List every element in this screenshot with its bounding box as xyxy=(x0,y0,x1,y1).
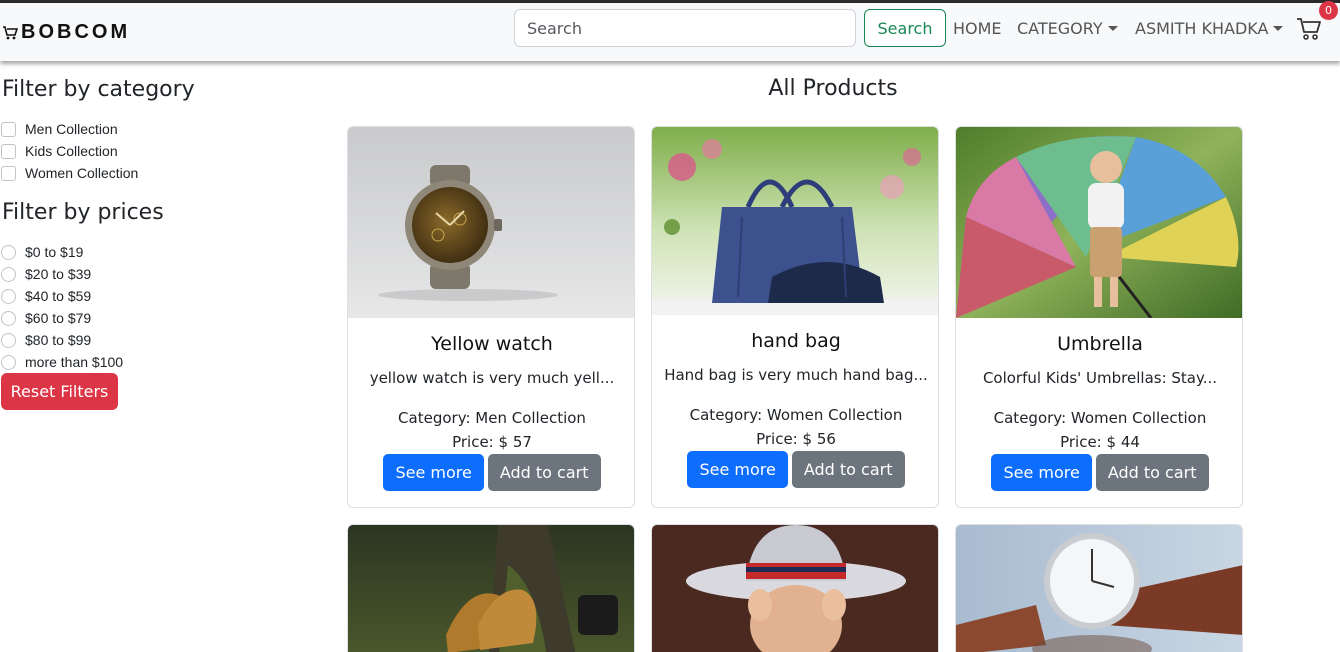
product-card: Umbrella Colorful Kids' Umbrellas: Stay.… xyxy=(955,126,1243,508)
caret-down-icon xyxy=(1107,26,1118,31)
filter-category-kids[interactable]: Kids Collection xyxy=(1,143,118,159)
brand-logo[interactable]: BOBCOM xyxy=(2,21,130,44)
filter-price-0-19[interactable]: $0 to $19 xyxy=(1,244,83,260)
product-description: yellow watch is very much yell... xyxy=(369,369,615,387)
checkbox[interactable] xyxy=(1,121,16,137)
filter-option-label: $0 to $19 xyxy=(25,244,84,260)
product-category: Category: Men Collection xyxy=(398,409,586,427)
product-price: Price: $ 44 xyxy=(1060,433,1140,451)
add-to-cart-button[interactable]: Add to cart xyxy=(487,454,601,491)
nav-category-label: CATEGORY xyxy=(1017,19,1103,38)
product-card xyxy=(347,524,635,652)
product-image[interactable] xyxy=(348,525,635,652)
radio-button[interactable] xyxy=(1,310,16,326)
filter-price-100-plus[interactable]: more than $100 xyxy=(1,354,123,370)
product-name: Umbrella xyxy=(1057,333,1143,355)
product-price: Price: $ 56 xyxy=(756,430,836,448)
product-image[interactable] xyxy=(652,127,939,315)
cart-logo-icon xyxy=(3,25,18,39)
radio-button[interactable] xyxy=(1,288,16,304)
product-category: Category: Women Collection xyxy=(993,409,1207,427)
nav-user-label: ASMITH KHADKA xyxy=(1135,19,1269,38)
see-more-button[interactable]: See more xyxy=(383,454,484,491)
filter-category-women[interactable]: Women Collection xyxy=(1,165,138,181)
add-to-cart-button[interactable]: Add to cart xyxy=(791,451,905,488)
filter-option-label: Men Collection xyxy=(25,121,118,137)
radio-button[interactable] xyxy=(1,332,16,348)
product-image[interactable] xyxy=(956,127,1243,318)
filter-price-80-99[interactable]: $80 to $99 xyxy=(1,332,91,348)
checkbox[interactable] xyxy=(1,165,16,181)
nav-home-label: HOME xyxy=(953,19,1002,38)
cart-count-badge: 0 xyxy=(1319,1,1338,20)
search-button[interactable]: Search xyxy=(864,9,946,47)
product-card xyxy=(955,524,1243,652)
product-actions: See more Add to cart xyxy=(652,451,938,488)
radio-button[interactable] xyxy=(1,266,16,282)
product-actions: See more Add to cart xyxy=(348,454,634,491)
checkbox[interactable] xyxy=(1,143,16,159)
filter-price-60-79[interactable]: $60 to $79 xyxy=(1,310,91,326)
product-image[interactable] xyxy=(348,127,635,318)
filter-price-title: Filter by prices xyxy=(2,200,164,225)
filter-option-label: Women Collection xyxy=(25,165,139,181)
radio-button[interactable] xyxy=(1,244,16,260)
page-title: All Products xyxy=(768,76,898,101)
filter-price-40-59[interactable]: $40 to $59 xyxy=(1,288,91,304)
product-category: Category: Women Collection xyxy=(689,406,903,424)
filter-option-label: $20 to $39 xyxy=(25,266,92,282)
product-card: hand bag Hand bag is very much hand bag.… xyxy=(651,126,939,508)
product-image[interactable] xyxy=(652,525,939,652)
product-name: Yellow watch xyxy=(431,333,553,355)
see-more-button[interactable]: See more xyxy=(687,451,788,488)
filter-option-label: $80 to $99 xyxy=(25,332,92,348)
see-more-button[interactable]: See more xyxy=(991,454,1092,491)
filter-category-title: Filter by category xyxy=(2,77,195,102)
product-image[interactable] xyxy=(956,525,1243,652)
nav-category-dropdown[interactable]: CATEGORY xyxy=(1017,19,1118,38)
nav-user-dropdown[interactable]: ASMITH KHADKA xyxy=(1135,19,1284,38)
cart-icon[interactable] xyxy=(1296,16,1322,42)
product-card: Yellow watch yellow watch is very much y… xyxy=(347,126,635,508)
brand-name: BOBCOM xyxy=(21,21,131,43)
product-name: hand bag xyxy=(751,330,841,352)
product-description: Colorful Kids' Umbrellas: Stay... xyxy=(982,369,1218,387)
filter-option-label: Kids Collection xyxy=(25,143,118,159)
filter-option-label: more than $100 xyxy=(25,354,124,370)
nav-home[interactable]: HOME xyxy=(953,19,1002,38)
product-description: Hand bag is very much hand bag... xyxy=(664,366,928,384)
filter-option-label: $60 to $79 xyxy=(25,310,92,326)
filter-category-men[interactable]: Men Collection xyxy=(1,121,118,137)
product-price: Price: $ 57 xyxy=(452,433,532,451)
filter-option-label: $40 to $59 xyxy=(25,288,92,304)
add-to-cart-button[interactable]: Add to cart xyxy=(1095,454,1209,491)
product-actions: See more Add to cart xyxy=(956,454,1242,491)
filter-price-20-39[interactable]: $20 to $39 xyxy=(1,266,91,282)
caret-down-icon xyxy=(1273,26,1284,31)
reset-filters-button[interactable]: Reset Filters xyxy=(1,373,118,410)
search-input[interactable] xyxy=(514,9,856,47)
radio-button[interactable] xyxy=(1,354,16,370)
product-card xyxy=(651,524,939,652)
